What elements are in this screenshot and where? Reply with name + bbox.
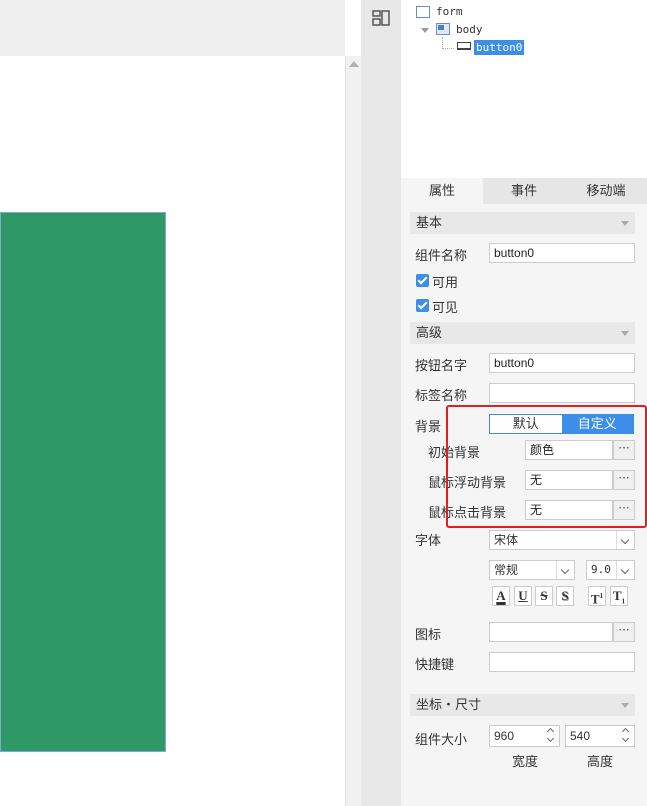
subscript-glyph: T xyxy=(612,588,622,603)
icon-input[interactable] xyxy=(489,622,613,642)
superscript-glyph: T xyxy=(590,591,600,607)
component-name-input[interactable]: button0 xyxy=(489,243,635,263)
spinner-arrows-icon[interactable] xyxy=(545,726,559,746)
font-size-value: 9.0 xyxy=(591,563,611,576)
background-label: 背景 xyxy=(415,419,442,434)
width-caption: 宽度 xyxy=(512,754,539,769)
section-advanced-title: 高级 xyxy=(416,325,443,340)
shadow-button[interactable]: S xyxy=(556,586,574,606)
collapse-chevron-icon[interactable] xyxy=(621,221,629,226)
tab-mobile[interactable]: 移动端 xyxy=(565,178,647,204)
canvas-button0-widget[interactable] xyxy=(0,212,166,752)
tag-name-input[interactable] xyxy=(489,383,635,403)
icon-label: 图标 xyxy=(415,627,442,642)
section-basic-title: 基本 xyxy=(416,215,443,230)
tag-name-label: 标签名称 xyxy=(415,388,468,403)
underline-button[interactable]: U xyxy=(514,586,532,606)
editor-toolbar-area xyxy=(0,0,345,56)
canvas-vertical-scrollbar[interactable] xyxy=(345,56,361,806)
chevron-down-icon[interactable] xyxy=(616,531,634,549)
font-style-select[interactable]: 常规 xyxy=(489,560,575,580)
panel-divider-strip xyxy=(361,0,401,806)
button-icon xyxy=(457,42,471,50)
chevron-down-icon[interactable] xyxy=(616,561,634,579)
width-value: 960 xyxy=(494,729,515,743)
highlight-annotation-box xyxy=(446,405,647,528)
font-family-value: 宋体 xyxy=(494,533,519,547)
component-name-label: 组件名称 xyxy=(415,248,468,263)
visible-checkbox[interactable] xyxy=(416,299,429,312)
tree-connector xyxy=(442,37,454,49)
section-coord-size[interactable]: 坐标・尺寸 xyxy=(410,694,635,716)
body-icon xyxy=(436,23,450,35)
tree-node-form[interactable]: form xyxy=(436,5,463,18)
superscript-button[interactable]: T1 xyxy=(588,586,606,606)
height-spinner[interactable]: 540 xyxy=(565,725,635,747)
layout-toggle-icon[interactable] xyxy=(372,10,390,26)
panel-tabs: 属性 事件 移动端 xyxy=(401,178,647,204)
height-caption: 高度 xyxy=(587,754,614,769)
icon-more-button[interactable]: ··· xyxy=(613,622,635,642)
button-text-label: 按钮名字 xyxy=(415,358,468,373)
strikethrough-button[interactable]: S xyxy=(535,586,553,606)
enabled-label: 可用 xyxy=(432,275,459,290)
collapse-chevron-icon[interactable] xyxy=(621,703,629,708)
font-color-button[interactable]: A xyxy=(492,586,510,606)
tab-events[interactable]: 事件 xyxy=(483,178,565,204)
width-spinner[interactable]: 960 xyxy=(489,725,560,747)
shortcut-input[interactable] xyxy=(489,652,635,672)
chevron-down-icon[interactable] xyxy=(556,561,574,579)
spinner-arrows-icon[interactable] xyxy=(620,726,634,746)
scroll-up-arrow-icon[interactable] xyxy=(349,61,359,67)
font-size-select[interactable]: 9.0 xyxy=(586,560,635,580)
component-size-label: 组件大小 xyxy=(415,732,468,747)
tab-properties[interactable]: 属性 xyxy=(401,178,483,204)
expand-arrow-icon[interactable] xyxy=(421,28,429,33)
section-advanced[interactable]: 高级 xyxy=(410,322,635,344)
shortcut-label: 快捷键 xyxy=(415,657,455,672)
section-basic[interactable]: 基本 xyxy=(410,212,635,234)
form-icon xyxy=(416,6,430,18)
section-coord-size-title: 坐标・尺寸 xyxy=(416,697,482,712)
enabled-checkbox[interactable] xyxy=(416,274,429,287)
subscript-button[interactable]: T1 xyxy=(610,586,628,606)
tree-node-body[interactable]: body xyxy=(456,23,483,36)
font-family-select[interactable]: 宋体 xyxy=(489,530,635,550)
button-text-input[interactable]: button0 xyxy=(489,353,635,373)
component-tree: form body button0 xyxy=(401,0,647,178)
height-value: 540 xyxy=(570,729,591,743)
tree-node-button0[interactable]: button0 xyxy=(474,40,525,55)
font-label: 字体 xyxy=(415,533,442,548)
visible-label: 可见 xyxy=(432,300,459,315)
font-style-value: 常规 xyxy=(494,563,519,577)
collapse-chevron-icon[interactable] xyxy=(621,331,629,336)
